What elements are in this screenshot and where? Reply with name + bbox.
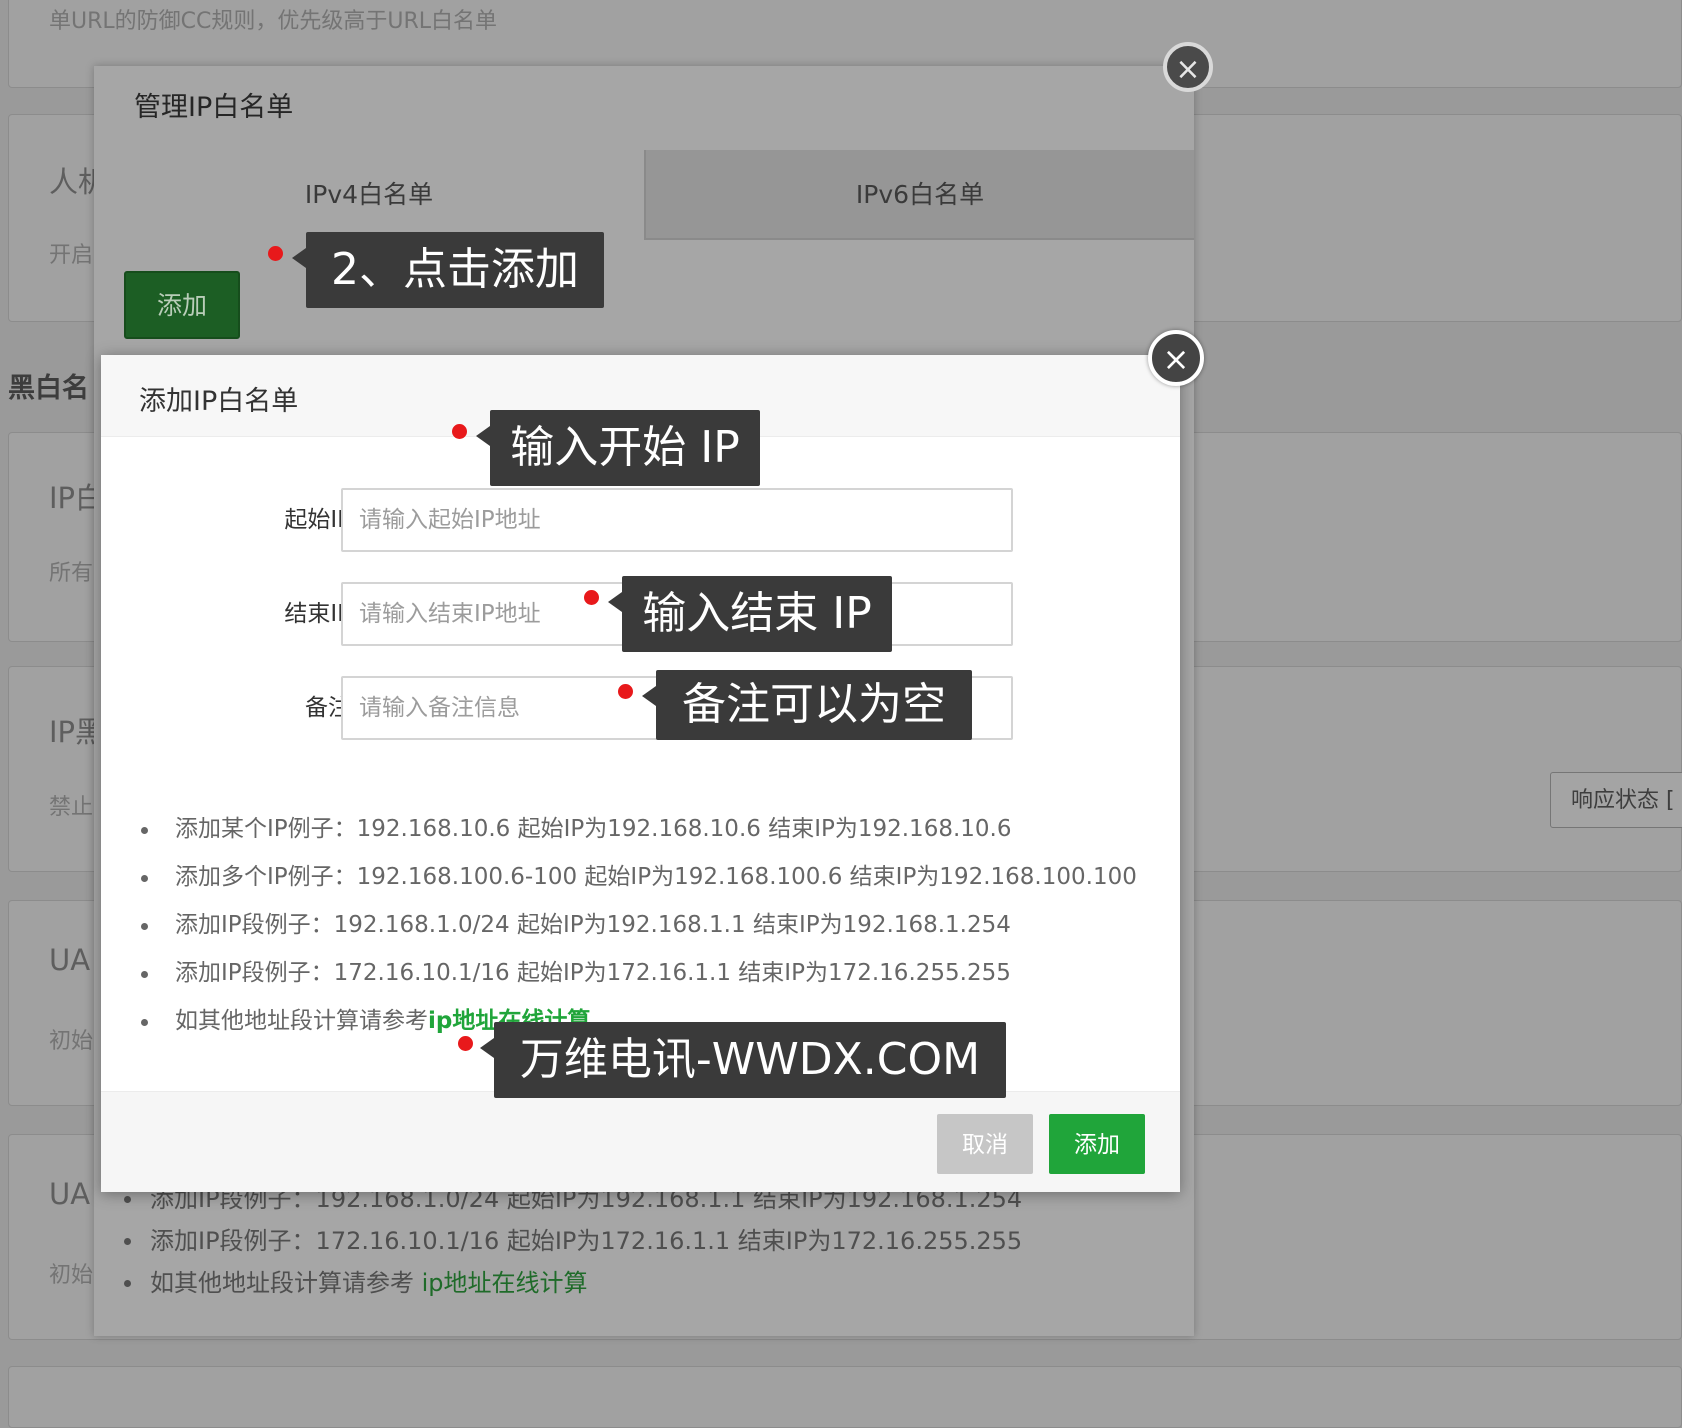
annotation-enter-end-ip: 输入结束 IP — [608, 576, 892, 652]
annotation-dot — [584, 590, 599, 605]
bg-card-desc: 禁止 — [49, 795, 94, 820]
inner-close-icon[interactable]: × — [1148, 330, 1204, 386]
remark-row: 备注 — [101, 676, 1180, 740]
bg-card-bottom — [8, 1366, 1682, 1428]
bg-top-description: 单URL的防御CC规则，优先级高于URL白名单 — [49, 9, 498, 34]
tip-item: 添加多个IP例子：192.168.100.6-100 起始IP为192.168.… — [137, 853, 1137, 901]
start-ip-row: 起始IP — [101, 488, 1180, 552]
outer-close-icon[interactable]: × — [1163, 42, 1213, 92]
tip-text: 添加IP段例子：192.168.1.0/24 起始IP为192.168.1.1 … — [175, 912, 1011, 938]
outer-add-button[interactable]: 添加 — [124, 271, 240, 339]
outer-dialog-tabs: IPv4白名单 IPv6白名单 — [94, 150, 1194, 240]
bg-card-desc: 所有 — [49, 561, 94, 586]
bg-card-desc: 初始 — [49, 1263, 94, 1288]
tips-list: 添加某个IP例子：192.168.10.6 起始IP为192.168.10.6 … — [137, 805, 1137, 1045]
outer-tip-item: 添加IP段例子：172.16.10.1/16 起始IP为172.16.1.1 结… — [120, 1220, 1022, 1262]
inner-dialog-footer: 取消 添加 — [101, 1091, 1180, 1192]
outer-tips-list: 添加IP段例子：192.168.1.0/24 起始IP为192.168.1.1 … — [120, 1178, 1022, 1304]
bg-card-title: UA — [49, 943, 91, 977]
tab-ipv6-whitelist[interactable]: IPv6白名单 — [644, 150, 1194, 240]
outer-tip-text: 添加IP段例子：172.16.10.1/16 起始IP为172.16.1.1 结… — [150, 1227, 1023, 1255]
annotation-enter-start-ip: 输入开始 IP — [476, 410, 760, 486]
annotation-remark-optional: 备注可以为空 — [642, 670, 972, 740]
tip-item: 添加IP段例子：192.168.1.0/24 起始IP为192.168.1.1 … — [137, 901, 1137, 949]
annotation-dot — [458, 1036, 473, 1051]
cancel-button[interactable]: 取消 — [937, 1114, 1033, 1174]
annotation-click-add: 2、点击添加 — [292, 232, 604, 308]
annotation-dot — [452, 424, 467, 439]
bg-card-title: UA — [49, 1177, 91, 1211]
tab-ipv4-whitelist[interactable]: IPv4白名单 — [94, 150, 644, 240]
tip-item: 添加IP段例子：172.16.10.1/16 起始IP为172.16.1.1 结… — [137, 949, 1137, 997]
tip-item: 添加某个IP例子：192.168.10.6 起始IP为192.168.10.6 … — [137, 805, 1137, 853]
confirm-add-button[interactable]: 添加 — [1049, 1114, 1145, 1174]
start-ip-input[interactable] — [341, 488, 1013, 552]
ip-calculator-link[interactable]: ip地址在线计算 — [422, 1269, 588, 1297]
annotation-dot — [268, 246, 283, 261]
bg-card-desc: 初始 — [49, 1029, 94, 1054]
bg-section-title: 黑白名 — [8, 373, 89, 404]
tip-text: 添加某个IP例子：192.168.10.6 起始IP为192.168.10.6 … — [175, 816, 1012, 842]
annotation-dot — [618, 684, 633, 699]
outer-dialog-title: 管理IP白名单 — [94, 66, 1194, 151]
annotation-watermark: 万维电讯-WWDX.COM — [480, 1022, 1006, 1098]
outer-tip-item: 如其他地址段计算请参考 ip地址在线计算 — [120, 1262, 1022, 1304]
response-status-button[interactable]: 响应状态 [ — [1550, 772, 1682, 828]
tip-text: 添加多个IP例子：192.168.100.6-100 起始IP为192.168.… — [175, 864, 1137, 890]
outer-tip-text: 如其他地址段计算请参考 — [150, 1269, 422, 1297]
tip-text: 如其他地址段计算请参考 — [175, 1008, 428, 1034]
inner-dialog-title: 添加IP白名单 — [139, 386, 299, 417]
tip-text: 添加IP段例子：172.16.10.1/16 起始IP为172.16.1.1 结… — [175, 960, 1011, 986]
bg-card-desc: 开启 — [49, 243, 94, 268]
